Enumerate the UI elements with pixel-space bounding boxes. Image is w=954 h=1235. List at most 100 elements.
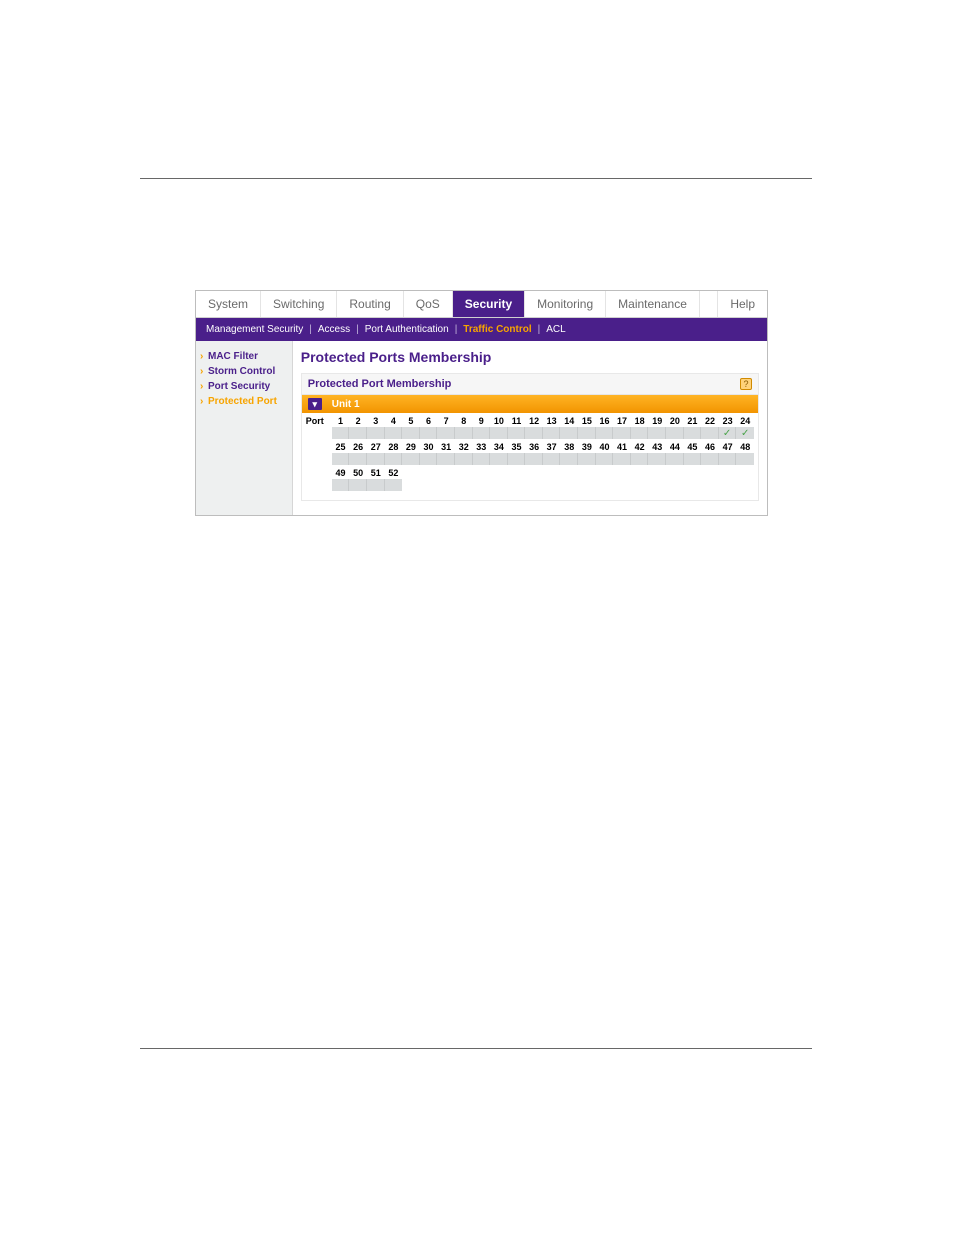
port-cell-38[interactable] [560,453,578,465]
port-cell-44[interactable] [666,453,684,465]
port-cell-3[interactable] [367,427,385,439]
port-cell-50[interactable] [349,479,367,491]
port-cell-25[interactable] [332,453,350,465]
port-cell-6[interactable] [420,427,438,439]
port-cell-41[interactable] [613,453,631,465]
subtab-port-authentication[interactable]: Port Authentication [361,322,453,337]
sidebar-item-port-security[interactable]: Port Security [202,379,286,394]
port-row-1-labels: Port 12345678910111213141516171819202122… [306,416,754,426]
port-number-label: 14 [560,416,578,426]
port-cell-2[interactable] [349,427,367,439]
port-cell-40[interactable] [596,453,614,465]
port-lead-spacer [306,442,332,452]
port-cell-30[interactable] [420,453,438,465]
port-number-label: 39 [578,442,596,452]
port-cell-17[interactable] [613,427,631,439]
port-row-2-cells [306,453,754,465]
port-number-label: 43 [648,442,666,452]
sidebar-item-protected-port[interactable]: Protected Port [202,394,286,409]
port-number-label: 11 [508,416,526,426]
port-cell-46[interactable] [701,453,719,465]
port-cell-42[interactable] [631,453,649,465]
port-cell-32[interactable] [455,453,473,465]
port-cell-21[interactable] [684,427,702,439]
port-cell-8[interactable] [455,427,473,439]
port-cell-51[interactable] [367,479,385,491]
port-number-label: 49 [332,468,350,478]
port-number-filler [560,468,578,478]
port-cell-1[interactable] [332,427,350,439]
port-cell-34[interactable] [490,453,508,465]
unit-dropdown-icon[interactable]: ▾ [308,398,322,410]
body: MAC Filter Storm Control Port Security P… [196,341,767,515]
subtab-access[interactable]: Access [314,322,354,337]
port-cell-52[interactable] [385,479,403,491]
port-cell-13[interactable] [543,427,561,439]
port-number-filler [631,468,649,478]
port-cell-12[interactable] [525,427,543,439]
port-cell-29[interactable] [402,453,420,465]
port-number-label: 23 [719,416,737,426]
tab-security[interactable]: Security [453,291,525,317]
port-cell-39[interactable] [578,453,596,465]
port-number-label: 6 [420,416,438,426]
port-cell-26[interactable] [349,453,367,465]
port-cell-14[interactable] [560,427,578,439]
port-number-label: 36 [525,442,543,452]
subtab-mgmt-security[interactable]: Management Security [202,322,307,337]
tab-qos[interactable]: QoS [404,291,453,317]
tab-help[interactable]: Help [717,291,767,317]
port-cell-49[interactable] [332,479,350,491]
port-cell-23[interactable]: ✓ [719,427,737,439]
port-cell-10[interactable] [490,427,508,439]
subtab-traffic-control[interactable]: Traffic Control [459,322,535,337]
tab-maintenance[interactable]: Maintenance [606,291,700,317]
subtab-acl[interactable]: ACL [542,322,569,337]
port-cell-22[interactable] [701,427,719,439]
port-cell-4[interactable] [385,427,403,439]
sidebar: MAC Filter Storm Control Port Security P… [196,341,293,515]
port-number-label: 18 [631,416,649,426]
port-cell-28[interactable] [385,453,403,465]
port-cell-5[interactable] [402,427,420,439]
sidebar-item-storm-control[interactable]: Storm Control [202,364,286,379]
port-cell-11[interactable] [508,427,526,439]
port-cell-43[interactable] [648,453,666,465]
port-cell-15[interactable] [578,427,596,439]
page-title: Protected Ports Membership [301,349,759,365]
port-number-label: 44 [666,442,684,452]
port-cell-33[interactable] [473,453,491,465]
port-cell-31[interactable] [437,453,455,465]
tab-routing[interactable]: Routing [337,291,403,317]
tab-system[interactable]: System [196,291,261,317]
port-cell-48[interactable] [736,453,754,465]
port-cell-45[interactable] [684,453,702,465]
port-lead-spacer [306,468,332,478]
main-tabs: System Switching Routing QoS Security Mo… [196,291,767,318]
port-cell-9[interactable] [473,427,491,439]
port-cell-19[interactable] [648,427,666,439]
port-cell-16[interactable] [596,427,614,439]
port-grid: Port 12345678910111213141516171819202122… [302,413,758,500]
port-cell-47[interactable] [719,453,737,465]
port-cell-35[interactable] [508,453,526,465]
port-cell-7[interactable] [437,427,455,439]
port-number-label: 52 [385,468,403,478]
port-cell-37[interactable] [543,453,561,465]
port-number-label: 51 [367,468,385,478]
port-cell-18[interactable] [631,427,649,439]
port-cell-24[interactable]: ✓ [736,427,754,439]
sub-tabs: Management Security | Access | Port Auth… [196,318,767,341]
main-content: Protected Ports Membership Protected Por… [293,341,767,515]
help-icon[interactable]: ? [740,378,752,390]
port-cell-36[interactable] [525,453,543,465]
tab-switching[interactable]: Switching [261,291,337,317]
port-row-3-labels: 49505152 [306,468,754,478]
port-cell-20[interactable] [666,427,684,439]
sidebar-item-mac-filter[interactable]: MAC Filter [202,349,286,364]
tab-monitoring[interactable]: Monitoring [525,291,606,317]
port-number-label: 34 [490,442,508,452]
port-cell-27[interactable] [367,453,385,465]
port-number-label: 28 [385,442,403,452]
port-number-label: 24 [736,416,754,426]
